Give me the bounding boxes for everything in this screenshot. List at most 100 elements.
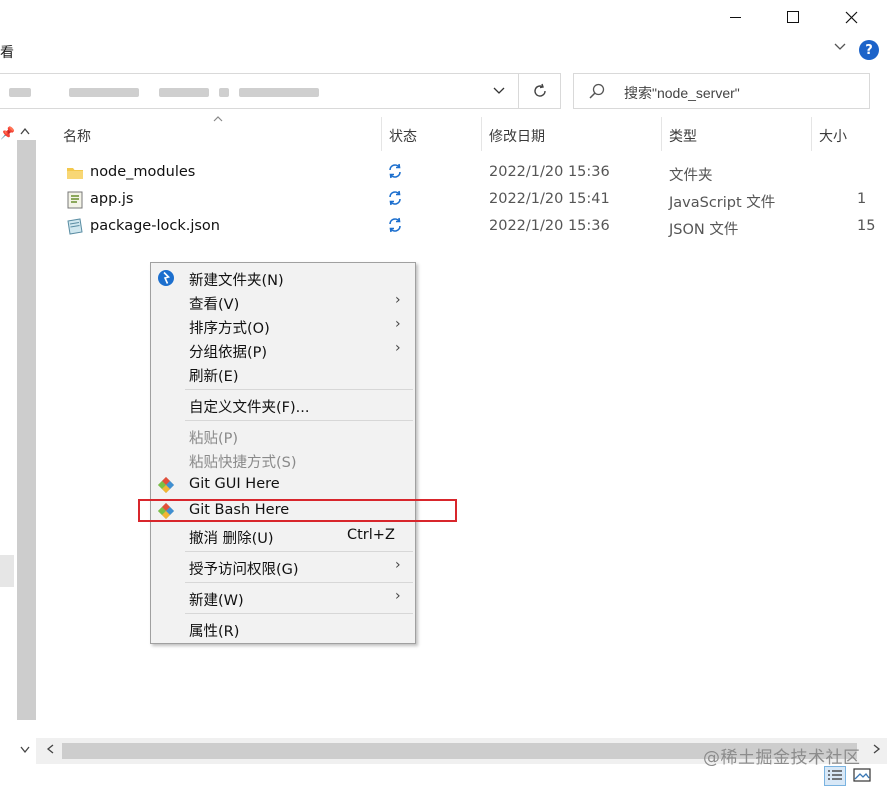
file-name: package-lock.json — [90, 218, 220, 234]
menu-item-label: 新建文件夹(N) — [189, 273, 284, 289]
menu-separator — [185, 551, 413, 552]
menu-item-label: 撤消 删除(U) — [189, 531, 274, 547]
pin-icon[interactable]: 📌 — [0, 126, 15, 140]
nav-selected-item[interactable] — [0, 555, 14, 587]
menu-item-paste[interactable]: 粘贴(P) — [151, 424, 415, 448]
menu-item-label: 刷新(E) — [189, 369, 239, 385]
menu-item-shortcut: Ctrl+Z — [347, 527, 395, 543]
watermark: @稀土掘金技术社区 — [703, 748, 861, 768]
menu-item-label: 属性(R) — [189, 624, 240, 640]
file-row-package-lock[interactable]: package-lock.json 2022/1/20 15:36 JSON 文… — [60, 214, 887, 241]
sync-icon — [389, 163, 401, 179]
file-type: 文件夹 — [669, 168, 713, 184]
column-header-name[interactable]: 名称 — [63, 126, 91, 146]
maximize-button[interactable] — [764, 0, 822, 34]
refresh-button[interactable] — [519, 73, 561, 109]
large-icons-view-button[interactable] — [852, 766, 874, 786]
menu-item-label: 自定义文件夹(F)... — [189, 400, 310, 416]
address-path-blurred — [239, 88, 319, 97]
file-row-node-modules[interactable]: node_modules 2022/1/20 15:36 文件夹 — [60, 160, 887, 187]
js-file-icon — [67, 191, 83, 209]
column-divider[interactable] — [481, 117, 482, 151]
menu-item-label: 授予访问权限(G) — [189, 562, 299, 578]
menu-item-new[interactable]: 新建(W) › — [151, 586, 415, 610]
menu-item-undo-delete[interactable]: 撤消 删除(U) Ctrl+Z — [151, 524, 415, 548]
address-history-dropdown-icon[interactable] — [493, 83, 505, 99]
menu-separator — [185, 613, 413, 614]
menu-item-view[interactable]: 查看(V) › — [151, 290, 415, 314]
minimize-button[interactable] — [706, 0, 764, 34]
column-header-status[interactable]: 状态 — [389, 126, 417, 146]
menu-item-label: 分组依据(P) — [189, 345, 268, 361]
submenu-arrow-icon: › — [395, 316, 401, 332]
file-modified: 2022/1/20 15:41 — [489, 191, 610, 207]
sync-icon — [389, 190, 401, 206]
menu-item-group-by[interactable]: 分组依据(P) › — [151, 338, 415, 362]
menu-item-label: 排序方式(O) — [189, 321, 270, 337]
menu-item-paste-shortcut[interactable]: 粘贴快捷方式(S) — [151, 448, 415, 472]
submenu-arrow-icon: › — [395, 588, 401, 604]
close-button[interactable] — [822, 0, 880, 34]
nav-scroll-down-icon[interactable] — [20, 743, 30, 757]
menu-item-customize-folder[interactable]: 自定义文件夹(F)... — [151, 393, 415, 417]
column-header-size[interactable]: 大小 — [819, 126, 847, 146]
file-size: 1 — [857, 191, 867, 207]
column-header-type[interactable]: 类型 — [669, 126, 697, 146]
ribbon-expand-chevron-icon[interactable] — [834, 40, 846, 55]
file-modified: 2022/1/20 15:36 — [489, 164, 610, 180]
folder-icon — [67, 168, 83, 179]
address-path-blurred — [9, 88, 31, 97]
minimize-icon — [729, 16, 741, 18]
search-box[interactable]: 搜索"node_server" — [573, 73, 870, 109]
menu-item-sort-by[interactable]: 排序方式(O) › — [151, 314, 415, 338]
menu-item-give-access[interactable]: 授予访问权限(G) › — [151, 555, 415, 579]
address-path-blurred — [159, 88, 209, 97]
help-button[interactable]: ? — [859, 40, 879, 60]
column-header-modified[interactable]: 修改日期 — [489, 126, 545, 146]
git-icon — [158, 477, 174, 493]
details-view-icon — [828, 770, 842, 780]
large-icons-view-icon — [853, 768, 871, 782]
sort-ascending-icon — [213, 114, 223, 125]
scroll-left-icon[interactable] — [46, 743, 54, 757]
file-size: 15 — [857, 218, 876, 234]
details-view-button[interactable] — [824, 766, 846, 786]
menu-item-label: 粘贴快捷方式(S) — [189, 455, 297, 471]
menu-item-label: 新建(W) — [189, 593, 244, 609]
refresh-icon — [533, 83, 546, 97]
file-modified: 2022/1/20 15:36 — [489, 218, 610, 234]
file-name: node_modules — [90, 164, 196, 180]
menu-item-properties[interactable]: 属性(R) — [151, 617, 415, 641]
menu-item-label: 查看(V) — [189, 297, 240, 313]
menu-item-refresh[interactable]: 刷新(E) — [151, 362, 415, 386]
submenu-arrow-icon: › — [395, 340, 401, 356]
scroll-right-icon[interactable] — [873, 743, 881, 757]
file-row-app-js[interactable]: app.js 2022/1/20 15:41 JavaScript 文件 1 — [60, 187, 887, 214]
address-path-blurred — [219, 88, 229, 97]
column-divider[interactable] — [381, 117, 382, 151]
file-name: app.js — [90, 191, 134, 207]
menu-item-label: 粘贴(P) — [189, 431, 239, 447]
search-icon — [589, 83, 605, 99]
nav-scrollbar-thumb[interactable] — [17, 140, 36, 720]
menu-item-git-gui[interactable]: Git GUI Here — [151, 473, 415, 497]
menu-separator — [185, 582, 413, 583]
sync-icon — [389, 217, 401, 233]
maximize-icon — [787, 11, 799, 23]
menu-item-new-folder[interactable]: 新建文件夹(N) — [151, 266, 415, 290]
close-icon — [845, 11, 857, 23]
highlight-box — [138, 499, 457, 522]
file-type: JavaScript 文件 — [669, 195, 776, 211]
menu-separator — [185, 389, 413, 390]
submenu-arrow-icon: › — [395, 292, 401, 308]
search-input[interactable]: 搜索"node_server" — [624, 83, 740, 103]
address-bar[interactable] — [0, 73, 519, 109]
menu-separator — [185, 420, 413, 421]
context-menu: 新建文件夹(N) 查看(V) › 排序方式(O) › 分组依据(P) › 刷新(… — [150, 262, 416, 644]
json-file-icon — [67, 218, 83, 235]
ribbon-tab-view[interactable]: 看 — [0, 42, 14, 62]
column-divider[interactable] — [811, 117, 812, 151]
nav-scroll-up-icon[interactable] — [20, 124, 30, 138]
column-divider[interactable] — [661, 117, 662, 151]
menu-item-label: Git GUI Here — [189, 476, 280, 492]
